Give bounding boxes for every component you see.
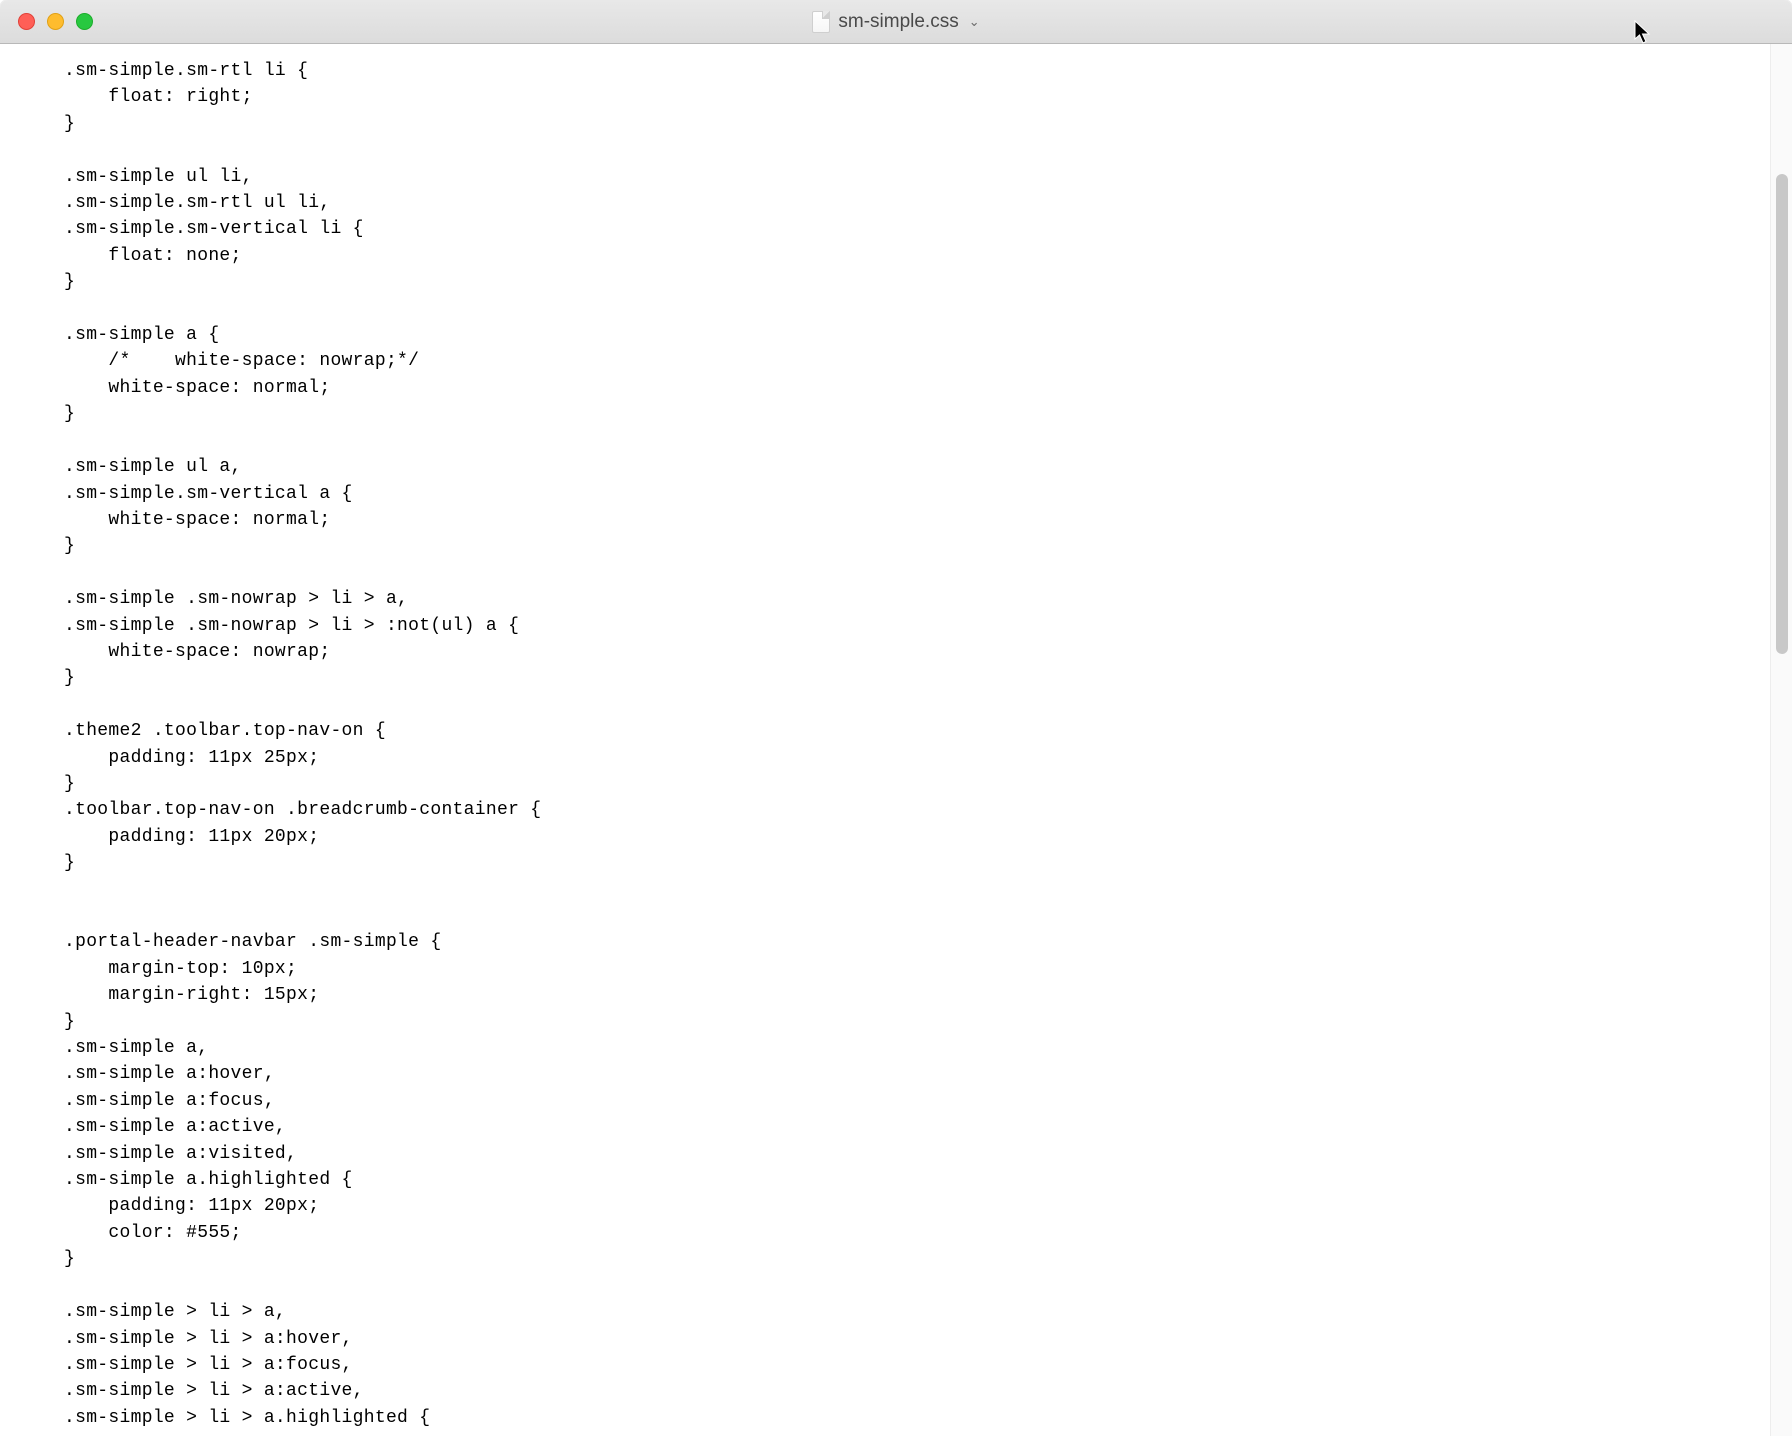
- chevron-down-icon[interactable]: ⌄: [969, 14, 980, 30]
- filename: sm-simple.css: [838, 11, 958, 33]
- titlebar[interactable]: sm-simple.css ⌄: [0, 0, 1792, 44]
- scrollbar-thumb[interactable]: [1776, 174, 1788, 654]
- content-wrap: .sm-simple.sm-rtl li { float: right; } .…: [0, 44, 1792, 1436]
- traffic-lights: [0, 13, 93, 30]
- close-button[interactable]: [18, 13, 35, 30]
- maximize-button[interactable]: [76, 13, 93, 30]
- code-editor[interactable]: .sm-simple.sm-rtl li { float: right; } .…: [0, 44, 1770, 1436]
- minimize-button[interactable]: [47, 13, 64, 30]
- title-center[interactable]: sm-simple.css ⌄: [0, 11, 1792, 33]
- scrollbar-track[interactable]: [1770, 44, 1792, 1436]
- code-content[interactable]: .sm-simple.sm-rtl li { float: right; } .…: [0, 58, 1770, 1431]
- editor-window: sm-simple.css ⌄ .sm-simple.sm-rtl li { f…: [0, 0, 1792, 1436]
- file-icon: [812, 11, 830, 33]
